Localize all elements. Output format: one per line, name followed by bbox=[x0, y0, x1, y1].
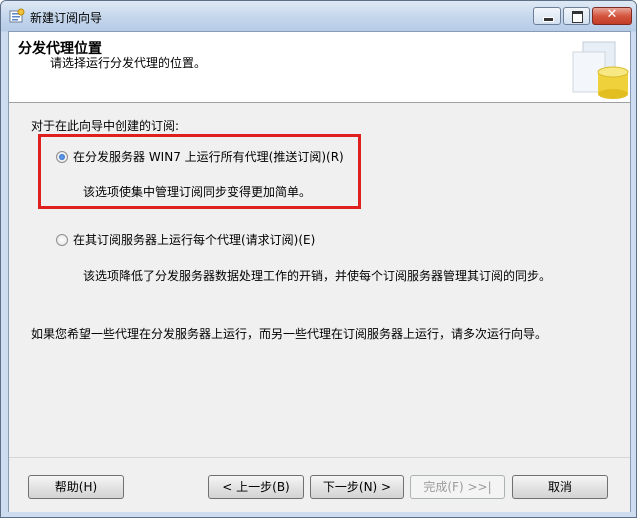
minimize-button[interactable] bbox=[533, 7, 561, 25]
wizard-footer: 帮助(H) < 上一步(B) 下一步(N) > 完成(F) >>| 取消 bbox=[9, 457, 630, 512]
radio-label-push[interactable]: 在分发服务器 WIN7 上运行所有代理(推送订阅)(R) bbox=[73, 148, 344, 165]
title-bar[interactable]: 新建订阅向导 ✕ bbox=[1, 1, 636, 31]
maximize-icon bbox=[572, 11, 583, 23]
maximize-button[interactable] bbox=[563, 7, 590, 25]
page-subtitle: 请选择运行分发代理的位置。 bbox=[50, 56, 207, 70]
option-description-pull: 该选项降低了分发服务器数据处理工作的开销，并使每个订阅服务器管理其订阅的同步。 bbox=[83, 269, 552, 283]
close-icon: ✕ bbox=[606, 7, 618, 22]
wizard-header: 分发代理位置 请选择运行分发代理的位置。 bbox=[9, 32, 630, 103]
next-button[interactable]: 下一步(N) > bbox=[310, 475, 404, 499]
back-button[interactable]: < 上一步(B) bbox=[208, 475, 304, 499]
cancel-button[interactable]: 取消 bbox=[512, 475, 608, 499]
radio-button-push[interactable] bbox=[56, 151, 68, 163]
minimize-icon bbox=[543, 17, 554, 22]
wizard-body: 对于在此向导中创建的订阅: 在分发服务器 WIN7 上运行所有代理(推送订阅)(… bbox=[9, 103, 630, 457]
radio-label-pull[interactable]: 在其订阅服务器上运行每个代理(请求订阅)(E) bbox=[73, 231, 315, 248]
wizard-client-area: 分发代理位置 请选择运行分发代理的位置。 对于在此向导中创建的订阅: 在分发服务… bbox=[8, 31, 631, 512]
finish-button[interactable]: 完成(F) >>| bbox=[410, 475, 505, 499]
wizard-app-icon bbox=[9, 8, 25, 23]
close-button[interactable]: ✕ bbox=[592, 7, 632, 25]
help-button[interactable]: 帮助(H) bbox=[28, 475, 124, 499]
wizard-window: 新建订阅向导 ✕ 分发代理位置 请选择运行分发代理的位置。 对于在此向导中创建的 bbox=[0, 0, 637, 518]
option-description-push: 该选项使集中管理订阅同步变得更加简单。 bbox=[83, 185, 312, 199]
footnote-text: 如果您希望一些代理在分发服务器上运行，而另一些代理在订阅服务器上运行，请多次运行… bbox=[31, 327, 548, 341]
radio-button-pull[interactable] bbox=[56, 234, 68, 246]
window-title: 新建订阅向导 bbox=[30, 11, 103, 25]
database-wizard-icon bbox=[572, 41, 629, 99]
group-label: 对于在此向导中创建的订阅: bbox=[31, 119, 180, 133]
